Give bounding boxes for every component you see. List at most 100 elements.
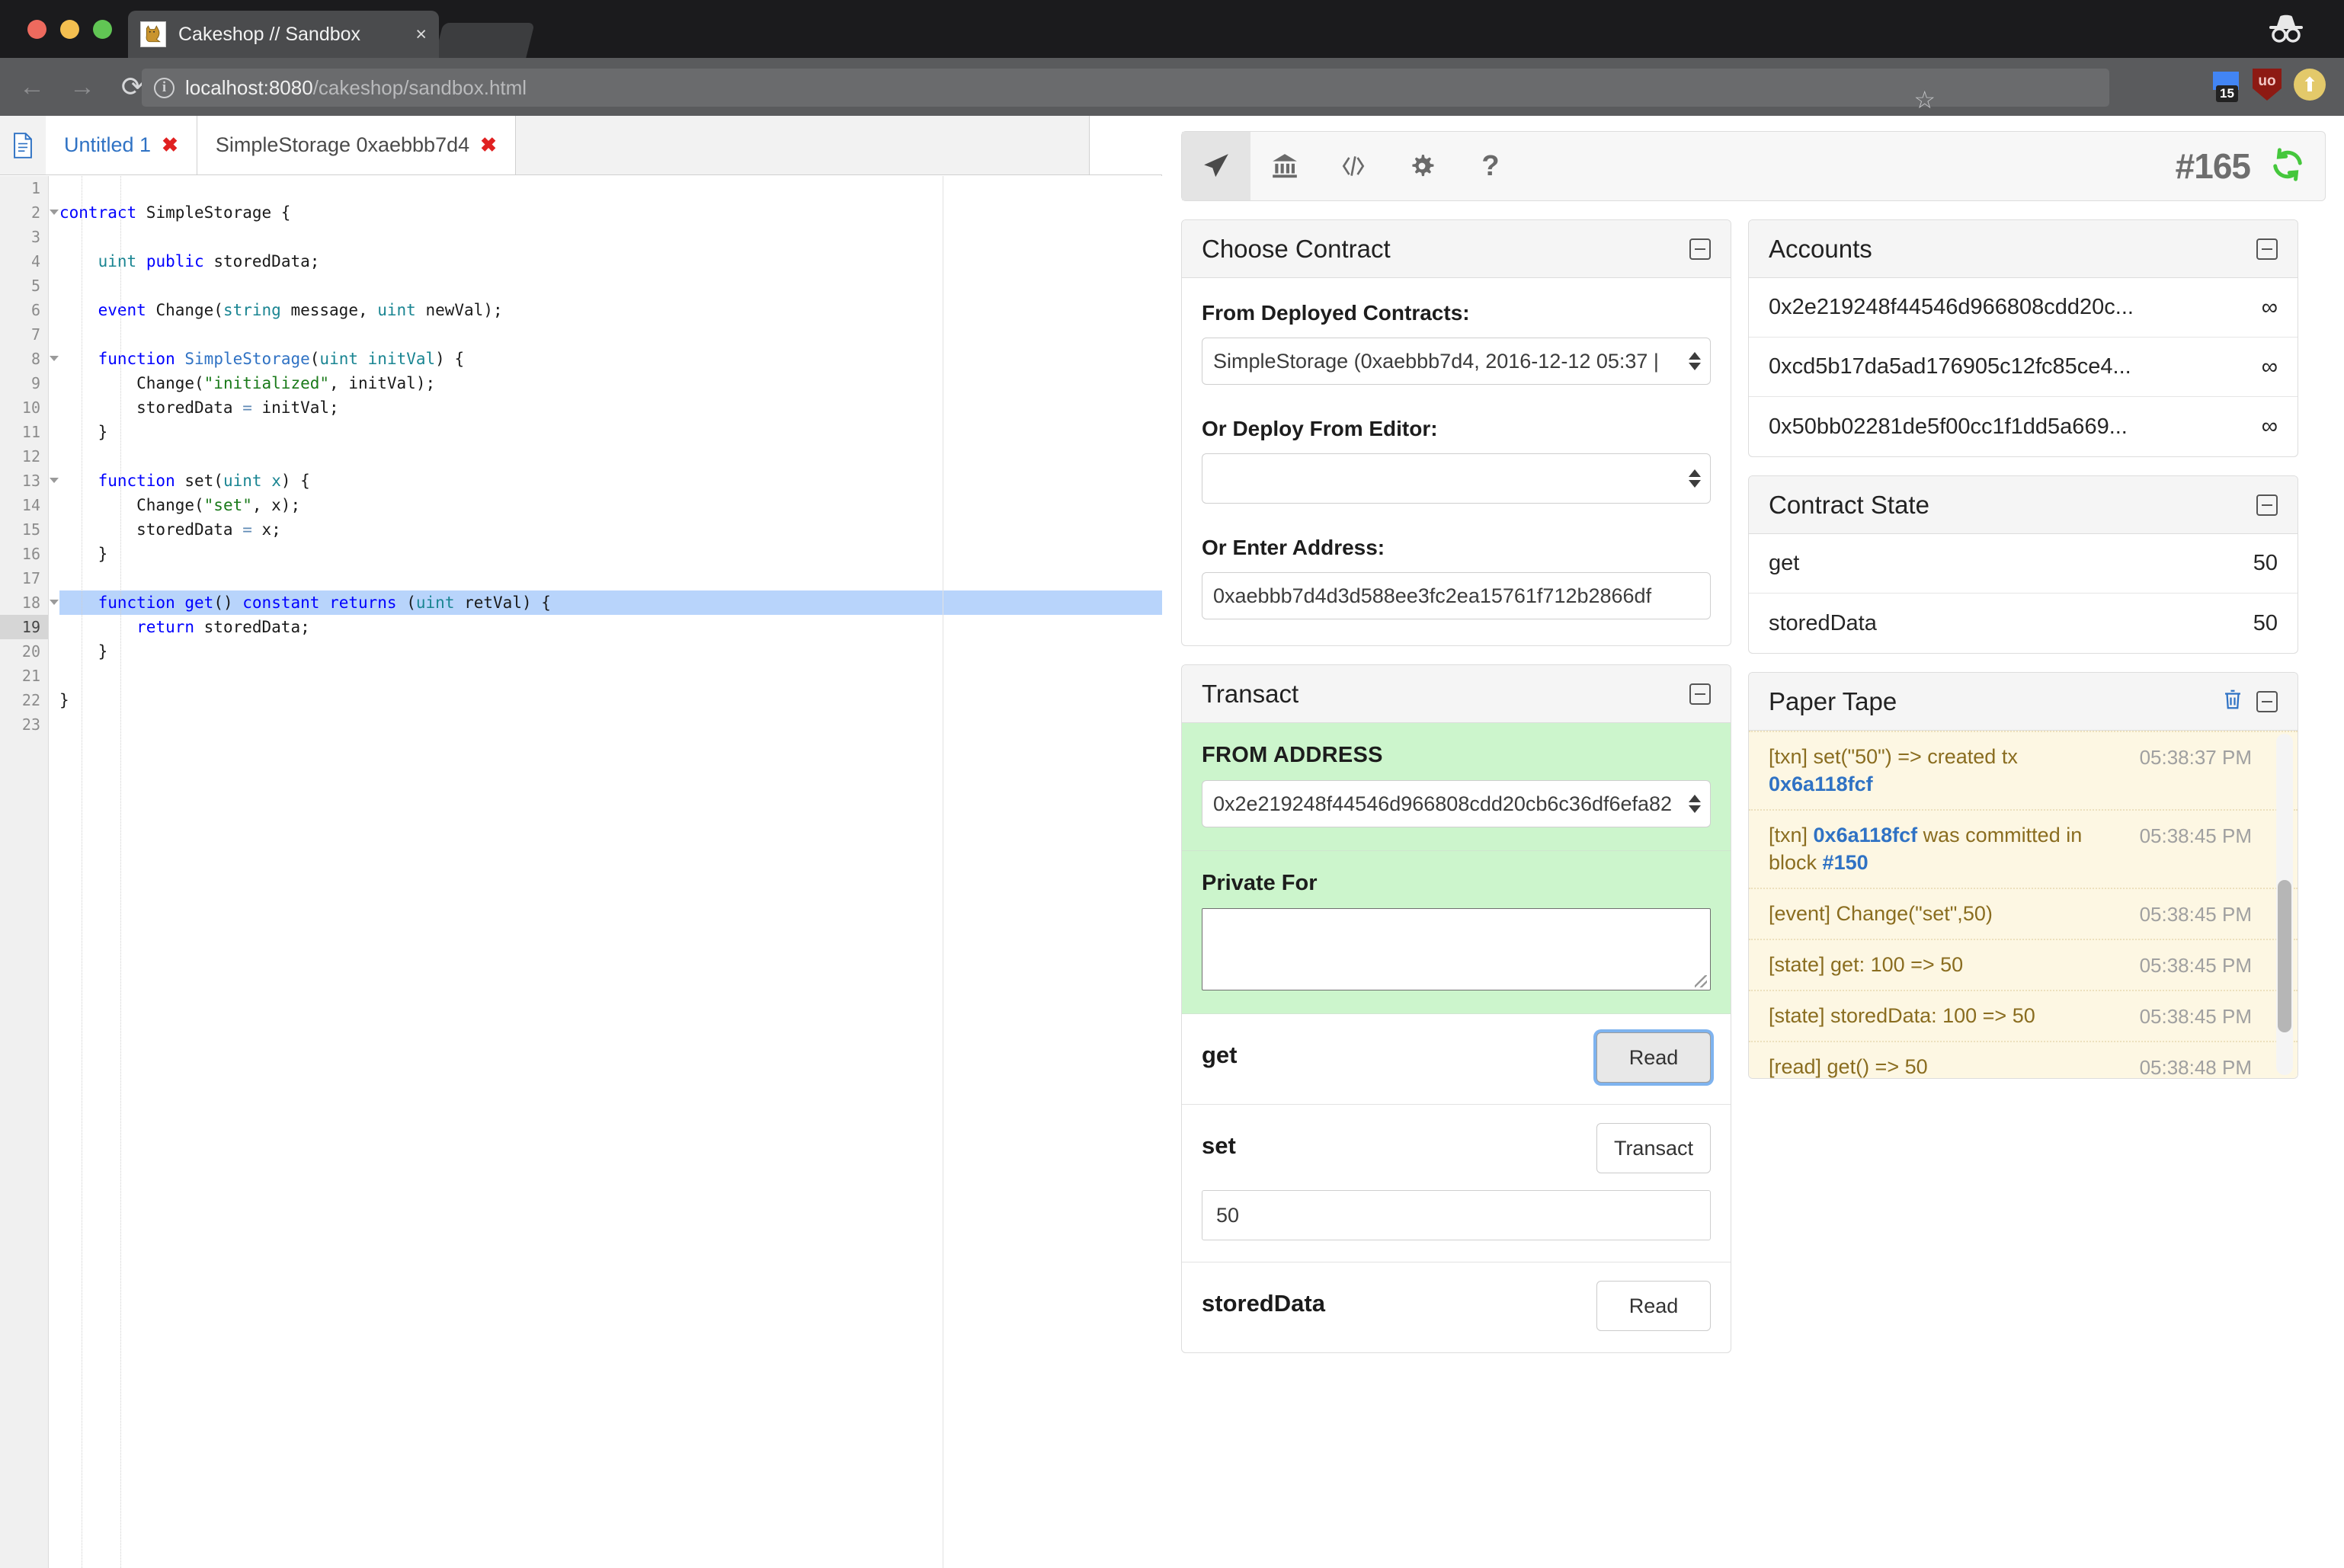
browser-tab[interactable]: Cakeshop // Sandbox × xyxy=(128,11,439,58)
fold-arrow-icon[interactable] xyxy=(50,210,59,215)
editor-tab-label: Untitled 1 xyxy=(64,133,151,157)
maximize-window-button[interactable] xyxy=(93,20,112,39)
private-for-textarea[interactable] xyxy=(1202,908,1711,990)
from-address-select[interactable]: 0x2e219248f44546d966808cdd20cb6c36df6efa… xyxy=(1202,780,1711,827)
line-number: 22 xyxy=(0,688,48,712)
code-line: function SimpleStorage(uint initVal) { xyxy=(59,347,1162,371)
new-file-icon[interactable] xyxy=(0,116,46,174)
fold-arrow-icon[interactable] xyxy=(50,356,59,361)
trash-icon[interactable] xyxy=(2221,688,2244,715)
panel-actions xyxy=(2256,238,2278,260)
code-line: function set(uint x) { xyxy=(59,469,1162,493)
browser-titlebar: Cakeshop // Sandbox × xyxy=(0,0,2344,58)
paper-tape-row: [txn] set("50") => created tx 0x6a118fcf… xyxy=(1749,731,2298,809)
upload-extension-icon[interactable]: ⬆ xyxy=(2294,69,2326,101)
account-row[interactable]: 0x50bb02281de5f00cc1f1dd5a669... ∞ xyxy=(1749,397,2298,456)
code-line xyxy=(59,225,1162,249)
tab-manager-extension-icon[interactable]: 15 xyxy=(2211,70,2240,99)
private-for-section: Private For xyxy=(1182,851,1731,1014)
minimize-window-button[interactable] xyxy=(60,20,79,39)
minus-box-icon[interactable] xyxy=(2256,691,2278,712)
paper-tape-time: 05:38:45 PM xyxy=(2140,1002,2252,1030)
address-bar-url: localhost:8080/cakeshop/sandbox.html xyxy=(185,76,527,100)
minus-box-icon[interactable] xyxy=(1689,238,1711,260)
address-bar[interactable]: i localhost:8080/cakeshop/sandbox.html ☆ xyxy=(142,69,2109,107)
line-number: 17 xyxy=(0,566,48,590)
line-number: 23 xyxy=(0,712,48,737)
sandbox-app-pane: ? #165 Choose Contr xyxy=(1163,116,2344,1568)
read-button-storeddata[interactable]: Read xyxy=(1596,1281,1711,1331)
code-line xyxy=(59,176,1162,200)
code-line: } xyxy=(59,420,1162,444)
paper-tape-message: [state] get: 100 => 50 xyxy=(1769,951,2140,978)
accounts-panel: Accounts 0x2e219248f44546d966808cdd20c..… xyxy=(1748,219,2298,457)
editor-code-area[interactable]: contract SimpleStorage { uint public sto… xyxy=(59,176,1162,1568)
editor-tab-simplestorage[interactable]: SimpleStorage 0xaebbb7d4 ✖ xyxy=(197,116,516,174)
minus-box-icon[interactable] xyxy=(1689,683,1711,705)
close-icon[interactable]: ✖ xyxy=(162,133,178,157)
deploy-from-editor-select[interactable] xyxy=(1202,453,1711,504)
ublock-origin-extension-icon[interactable]: uo xyxy=(2253,69,2282,101)
forward-icon[interactable]: → xyxy=(64,69,101,105)
minus-box-icon[interactable] xyxy=(2256,494,2278,516)
line-number: 13 xyxy=(0,469,48,493)
editor-tab-label: SimpleStorage 0xaebbb7d4 xyxy=(216,133,469,157)
function-arg-input-set[interactable]: 50 xyxy=(1202,1190,1711,1240)
bank-icon[interactable] xyxy=(1250,132,1319,200)
line-number: 20 xyxy=(0,639,48,664)
fold-arrow-icon[interactable] xyxy=(50,478,59,483)
function-arg-value: 50 xyxy=(1216,1204,1239,1227)
resize-grip-icon[interactable] xyxy=(1695,975,1707,987)
deployed-contracts-select[interactable]: SimpleStorage (0xaebbb7d4, 2016-12-12 05… xyxy=(1202,338,1711,385)
tx-link[interactable]: 0x6a118fcf xyxy=(1769,773,1873,795)
paper-tape-scrollbar-thumb[interactable] xyxy=(2278,880,2291,1032)
close-window-button[interactable] xyxy=(27,20,46,39)
refresh-icon[interactable] xyxy=(2270,147,2305,186)
account-balance: ∞ xyxy=(2262,414,2278,440)
code-line-highlighted: function get() constant returns (uint re… xyxy=(59,590,1162,615)
right-panel-column: Accounts 0x2e219248f44546d966808cdd20c..… xyxy=(1748,219,2298,1079)
back-icon[interactable]: ← xyxy=(14,69,50,105)
from-address-value: 0x2e219248f44546d966808cdd20cb6c36df6efa… xyxy=(1213,792,1672,816)
panel-actions xyxy=(1689,238,1711,260)
from-address-label: FROM ADDRESS xyxy=(1202,743,1711,768)
account-row[interactable]: 0x2e219248f44546d966808cdd20c... ∞ xyxy=(1749,278,2298,338)
question-icon[interactable]: ? xyxy=(1456,132,1525,200)
read-button-get[interactable]: Read xyxy=(1596,1032,1711,1083)
contract-address-input[interactable]: 0xaebbb7d4d3d588ee3fc2ea15761f712b2866df xyxy=(1202,572,1711,619)
paper-tape-time: 05:38:37 PM xyxy=(2140,743,2252,771)
editor-body[interactable]: 1 2 3 4 5 6 7 8 9 10 11 12 13 14 15 16 1… xyxy=(0,176,1162,1568)
panel-actions xyxy=(2256,494,2278,516)
site-info-icon[interactable]: i xyxy=(154,78,175,98)
close-icon[interactable]: ✖ xyxy=(480,133,497,157)
gear-icon[interactable] xyxy=(1388,132,1456,200)
editor-tab-filler xyxy=(516,116,1090,174)
url-host: localhost:8080 xyxy=(185,76,313,99)
paper-tape-panel: Paper Tape [txn] set("50") xyxy=(1748,672,2298,1079)
close-icon[interactable]: × xyxy=(415,24,427,46)
accounts-list: 0x2e219248f44546d966808cdd20c... ∞ 0xcd5… xyxy=(1749,278,2298,456)
paper-plane-icon[interactable] xyxy=(1182,132,1250,200)
line-number: 6 xyxy=(0,298,48,322)
from-address-section: FROM ADDRESS 0x2e219248f44546d966808cdd2… xyxy=(1182,723,1731,851)
block-link[interactable]: #150 xyxy=(1823,851,1868,874)
minus-box-icon[interactable] xyxy=(2256,238,2278,260)
editor-tab-untitled-1[interactable]: Untitled 1 ✖ xyxy=(46,116,197,174)
paper-tape-message: [read] get() => 50 xyxy=(1769,1053,2140,1078)
code-line: storedData = x; xyxy=(59,517,1162,542)
tx-link[interactable]: 0x6a118fcf xyxy=(1814,824,1918,846)
panel-header: Choose Contract xyxy=(1182,220,1731,278)
private-for-label: Private For xyxy=(1202,871,1711,896)
browser-toolbar: ← → ⟳ i localhost:8080/cakeshop/sandbox.… xyxy=(0,58,2344,116)
paper-tape-list[interactable]: [txn] set("50") => created tx 0x6a118fcf… xyxy=(1749,731,2298,1078)
bookmark-star-icon[interactable]: ☆ xyxy=(1913,85,1936,114)
fold-arrow-icon[interactable] xyxy=(50,600,59,605)
account-row[interactable]: 0xcd5b17da5ad176905c12fc85ce4... ∞ xyxy=(1749,338,2298,397)
function-row-get: get Read xyxy=(1182,1014,1731,1105)
code-icon[interactable] xyxy=(1319,132,1388,200)
code-line: storedData = initVal; xyxy=(59,395,1162,420)
editor-gutter: 1 2 3 4 5 6 7 8 9 10 11 12 13 14 15 16 1… xyxy=(0,176,49,1568)
code-line: Change("initialized", initVal); xyxy=(59,371,1162,395)
account-address: 0x2e219248f44546d966808cdd20c... xyxy=(1769,295,2248,320)
transact-button-set[interactable]: Transact xyxy=(1596,1123,1711,1173)
